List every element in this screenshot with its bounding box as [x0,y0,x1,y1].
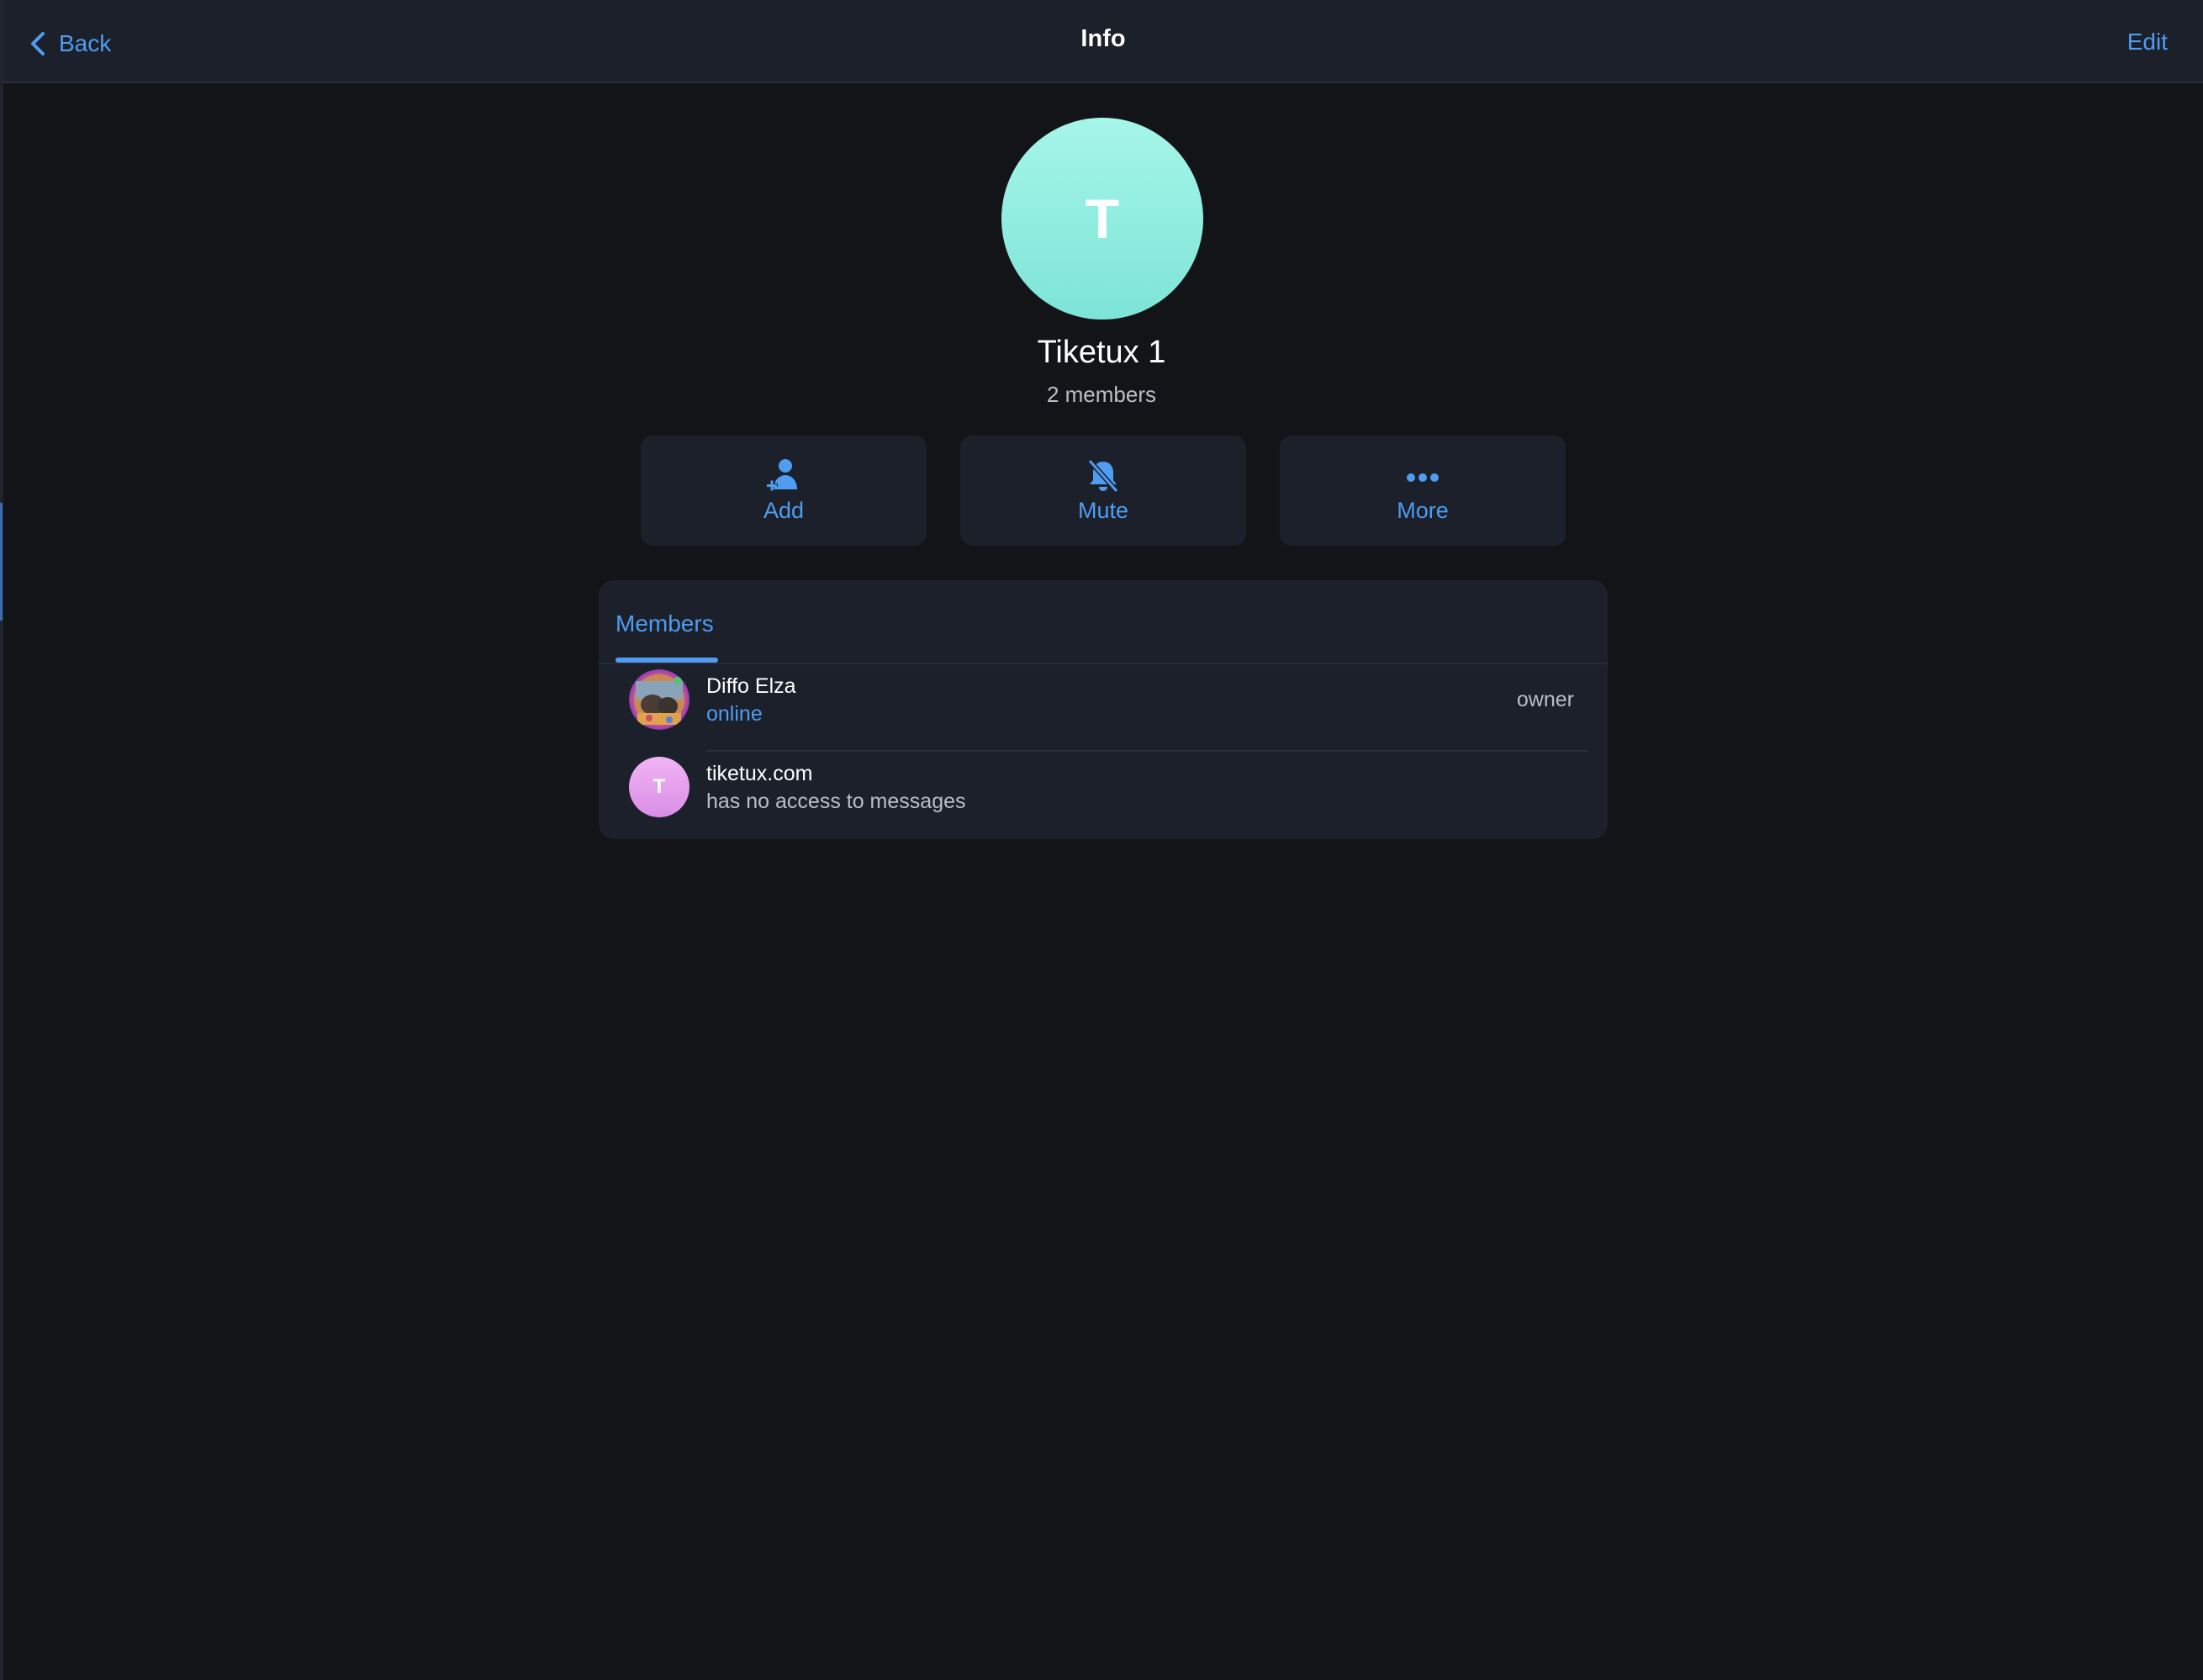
info-screen: Back Info Edit T Tiketux 1 2 members Add [0,0,2203,1680]
member-name: Diffo Elza [706,674,796,698]
more-button[interactable]: More [1280,436,1566,546]
group-avatar[interactable]: T [1001,118,1203,320]
group-avatar-letter: T [1085,188,1120,250]
member-row[interactable]: T tiketux.com has no access to messages [599,752,1608,839]
member-avatar-initial: T [652,775,666,798]
member-avatar-photo [629,669,689,730]
member-avatar-letter: T [629,757,689,817]
page-title: Info [1080,25,1126,52]
action-buttons: Add Mute More [641,436,1566,546]
member-name: tiketux.com [706,762,813,785]
member-status: online [706,702,763,726]
add-user-icon [763,457,804,494]
more-label: More [1397,498,1449,523]
mute-label: Mute [1077,498,1129,523]
top-bar: Back Info Edit [3,0,2203,83]
members-panel: Members Diffo Elza online owner T tiketu… [599,580,1608,839]
add-label: Add [763,498,805,523]
member-status: has no access to messages [706,790,966,813]
left-edge-divider [0,0,3,1680]
member-role-badge: owner [1516,688,1574,711]
more-dots-icon [1403,457,1443,494]
left-edge-accent [0,503,3,621]
edit-button[interactable]: Edit [2127,29,2168,55]
add-button[interactable]: Add [641,436,927,546]
mute-button[interactable]: Mute [960,436,1246,546]
bell-muted-icon [1083,457,1123,494]
group-name: Tiketux 1 [1037,335,1166,370]
member-row[interactable]: Diffo Elza online owner [599,664,1608,752]
member-count: 2 members [1046,382,1157,407]
tab-members[interactable]: Members [615,610,714,637]
